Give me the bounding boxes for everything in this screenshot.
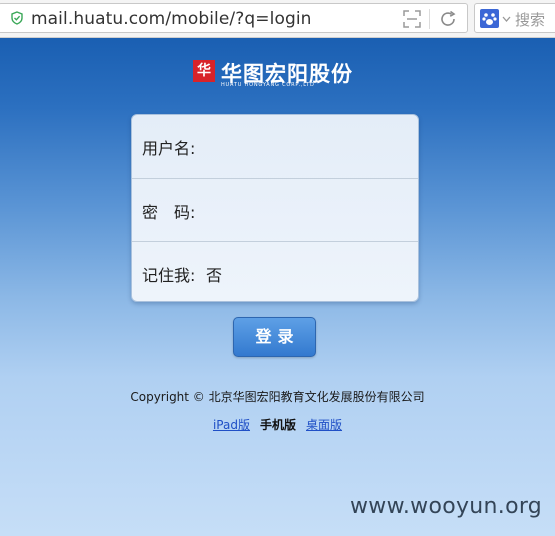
browser-toolbar: mail.huatu.com/mobile/?q=login 搜索: [0, 0, 555, 38]
remember-me-toggle[interactable]: 否: [206, 262, 222, 286]
scan-icon[interactable]: [403, 10, 421, 28]
url-text[interactable]: mail.huatu.com/mobile/?q=login: [31, 9, 312, 29]
password-input[interactable]: [204, 193, 408, 227]
remember-me-row[interactable]: 记住我: 否: [132, 241, 418, 301]
secure-shield-icon: [11, 11, 23, 25]
username-input[interactable]: [204, 129, 408, 163]
login-button[interactable]: 登录: [233, 317, 316, 357]
baidu-paw-icon[interactable]: [480, 9, 499, 28]
version-switcher: iPad版 手机版 桌面版: [0, 416, 555, 433]
mobile-version-current: 手机版: [259, 418, 296, 432]
search-placeholder[interactable]: 搜索: [515, 9, 545, 30]
brand-logo: 华 华图宏阳股份 HUATU HONGYANG CORP.,LTD: [193, 58, 363, 92]
password-label: 密 码:: [142, 203, 196, 222]
password-row: 密 码:: [132, 178, 418, 241]
brand-subtitle: HUATU HONGYANG CORP.,LTD: [221, 82, 315, 88]
search-box[interactable]: 搜索: [474, 3, 555, 33]
copyright-text: Copyright © 北京华图宏阳教育文化发展股份有限公司: [130, 390, 425, 404]
username-label: 用户名:: [142, 139, 196, 158]
remember-me-label: 记住我:: [142, 266, 196, 285]
address-bar[interactable]: mail.huatu.com/mobile/?q=login: [0, 3, 468, 33]
username-row: 用户名:: [132, 115, 418, 177]
login-page: 华 华图宏阳股份 HUATU HONGYANG CORP.,LTD 用户名: 密…: [0, 38, 555, 536]
reload-icon[interactable]: [438, 9, 458, 29]
watermark: www.wooyun.org: [350, 494, 543, 519]
desktop-version-link[interactable]: 桌面版: [306, 418, 342, 432]
brand-mark-icon: 华: [193, 60, 215, 82]
login-form: 用户名: 密 码: 记住我: 否: [131, 114, 419, 302]
address-bar-divider: [429, 9, 430, 29]
chevron-down-icon[interactable]: [502, 15, 511, 23]
ipad-version-link[interactable]: iPad版: [213, 418, 250, 432]
